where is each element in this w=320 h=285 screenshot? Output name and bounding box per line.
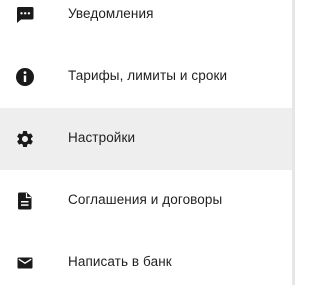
menu-item-label: Уведомления [68, 6, 154, 21]
message-icon [14, 4, 36, 26]
info-icon [14, 66, 36, 88]
menu-item-label: Настройки [68, 130, 136, 145]
menu-item-agreements[interactable]: Соглашения и договоры [0, 170, 292, 232]
menu-item-label: Написать в банк [68, 254, 172, 269]
gear-icon [14, 128, 36, 150]
menu-item-label: Соглашения и договоры [68, 192, 223, 207]
menu-item-tariffs[interactable]: Тарифы, лимиты и сроки [0, 46, 292, 108]
menu-item-label: Тарифы, лимиты и сроки [68, 68, 228, 83]
menu-item-settings[interactable]: Настройки [0, 108, 292, 170]
scroll-edge [292, 0, 295, 285]
menu-item-write-to-bank[interactable]: Написать в банк [0, 232, 292, 285]
mail-icon [14, 252, 36, 274]
document-icon [14, 190, 36, 212]
menu-item-notifications[interactable]: Уведомления [0, 0, 292, 46]
settings-menu: Уведомления Тарифы, лимиты и сроки Настр… [0, 0, 295, 285]
